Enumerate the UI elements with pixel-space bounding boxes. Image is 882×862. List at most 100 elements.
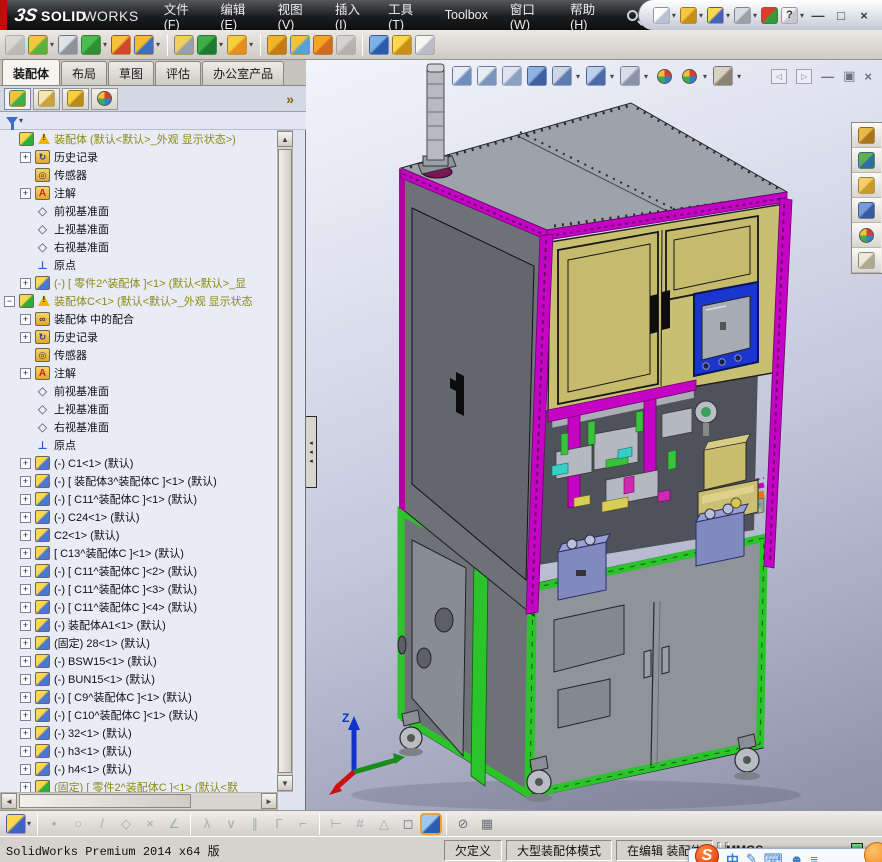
dropdown-caret-icon[interactable]: ▾	[249, 40, 253, 49]
dropdown-caret-icon[interactable]: ▾	[576, 72, 580, 81]
expand-toggle[interactable]: +	[20, 565, 31, 577]
wireframe-view-icon[interactable]: ◻	[397, 813, 419, 835]
taskpane-design-library[interactable]	[852, 148, 881, 173]
dropdown-caret-icon[interactable]: ▾	[644, 72, 648, 81]
menu-窗口[interactable]: 窗口(W)	[499, 0, 559, 32]
mass-properties-table-icon[interactable]: ▦	[476, 813, 498, 835]
print-icon[interactable]	[733, 6, 751, 24]
trim-entities-icon[interactable]: λ	[196, 813, 218, 835]
ime-button[interactable]: ✎	[746, 851, 757, 862]
grid-snap-icon[interactable]: #	[349, 813, 371, 835]
doc-minimize-button[interactable]: —	[821, 69, 834, 84]
close-button[interactable]: ×	[854, 8, 874, 23]
assembly-model[interactable]: Z	[306, 60, 882, 810]
tree-item[interactable]: + 注解	[0, 364, 278, 382]
doc-restore-button[interactable]: ▣	[843, 68, 855, 84]
tree-item[interactable]: 右视基准面	[0, 238, 278, 256]
ime-corner-icon[interactable]	[864, 842, 882, 862]
maximize-button[interactable]: □	[831, 8, 851, 23]
dropdown-caret-icon[interactable]: ▾	[699, 11, 703, 20]
menu-帮助[interactable]: 帮助(H)	[559, 0, 617, 32]
assembly-features-icon[interactable]	[197, 34, 218, 55]
tree-item[interactable]: + C2<1> (默认)	[0, 526, 278, 544]
sketch-circle-icon[interactable]: ○	[67, 813, 89, 835]
expand-toggle[interactable]: +	[20, 331, 31, 343]
dropdown-caret-icon[interactable]: ▾	[753, 11, 757, 20]
zoom-to-fit-icon[interactable]	[452, 66, 472, 86]
filter-dropdown-caret[interactable]: ▾	[19, 116, 23, 125]
menu-视图[interactable]: 视图(V)	[267, 0, 324, 32]
tree-horizontal-scrollbar[interactable]: ◄ ►	[0, 792, 278, 810]
expand-toggle[interactable]: +	[20, 367, 31, 379]
filter-funnel-icon[interactable]	[6, 116, 18, 130]
tree-item[interactable]: 传感器	[0, 346, 278, 364]
pane-previous-button[interactable]: ◁	[771, 68, 788, 84]
tree-item[interactable]: 上视基准面	[0, 400, 278, 418]
open-document-icon[interactable]	[679, 6, 697, 24]
corner-rectangle-icon[interactable]: Γ	[268, 813, 290, 835]
ime-button[interactable]: ☻	[790, 852, 804, 862]
smart-dimension-icon[interactable]: ⊢	[325, 813, 347, 835]
expand-toggle[interactable]: +	[20, 151, 31, 163]
dropdown-caret-icon[interactable]: ▾	[27, 819, 31, 828]
tree-item[interactable]: + (固定) [ 零件2^装配体C ]<1> (默认<默	[0, 778, 278, 792]
expand-toggle[interactable]: +	[20, 583, 31, 595]
edit-appearance-icon[interactable]	[654, 66, 674, 86]
tree-item[interactable]: + (-) [ C10^装配体C ]<1> (默认)	[0, 706, 278, 724]
insert-components-icon[interactable]	[5, 34, 25, 55]
new-motion-study-icon[interactable]	[267, 34, 288, 55]
tree-item[interactable]: + (-) [ 零件2^装配体 ]<1> (默认<默认>_显	[0, 274, 278, 292]
tree-item[interactable]: + (-) C24<1> (默认)	[0, 508, 278, 526]
dropdown-caret-icon[interactable]: ▾	[672, 11, 676, 20]
expand-toggle[interactable]: +	[20, 619, 31, 631]
expand-toggle[interactable]: +	[20, 529, 31, 541]
pane-overflow-chevron[interactable]: »	[286, 91, 302, 107]
tree-item[interactable]: − 装配体C<1> (默认<默认>_外观 显示状态	[0, 292, 278, 310]
exploded-view-icon[interactable]	[313, 34, 334, 55]
expand-toggle[interactable]: −	[4, 295, 15, 307]
mate-icon[interactable]	[58, 34, 79, 55]
insert-component-icon[interactable]	[28, 34, 48, 55]
taskpane-custom-properties[interactable]	[852, 248, 881, 273]
hide-show-items-icon[interactable]	[620, 66, 641, 86]
take-snapshot-icon[interactable]	[415, 34, 436, 55]
move-component-icon[interactable]	[134, 34, 155, 55]
taskpane-appearances-scenes[interactable]	[852, 223, 881, 248]
expand-toggle[interactable]: +	[20, 637, 31, 649]
scroll-up-button[interactable]: ▲	[277, 131, 293, 147]
scroll-down-button[interactable]: ▼	[277, 775, 293, 791]
taskpane-file-explorer[interactable]	[852, 173, 881, 198]
section-view-icon[interactable]	[527, 66, 547, 86]
expand-toggle[interactable]: +	[20, 763, 31, 775]
sketch-angle-icon[interactable]: ∠	[163, 813, 185, 835]
tree-item[interactable]: + [ C13^装配体C ]<1> (默认)	[0, 544, 278, 562]
convert-entities-icon[interactable]: ∨	[220, 813, 242, 835]
expand-toggle[interactable]: +	[20, 601, 31, 613]
expand-toggle[interactable]: +	[20, 547, 31, 559]
instant3d-icon[interactable]	[369, 34, 390, 55]
expand-toggle[interactable]: +	[20, 745, 31, 757]
tree-item[interactable]: 装配体 (默认<默认>_外观 显示状态>)	[0, 130, 278, 148]
doc-close-button[interactable]: ×	[864, 69, 872, 84]
taskpane-view-palette[interactable]	[852, 198, 881, 223]
large-assembly-settings-icon[interactable]	[392, 34, 413, 55]
tree-item[interactable]: + (-) h3<1> (默认)	[0, 742, 278, 760]
ime-button[interactable]: ⌨	[764, 851, 783, 862]
menu-编辑[interactable]: 编辑(E)	[209, 0, 266, 32]
expand-toggle[interactable]: +	[20, 187, 31, 199]
shaded-view-icon[interactable]	[420, 812, 443, 835]
tree-item[interactable]: 原点	[0, 436, 278, 454]
featuremanager-tree-tab[interactable]	[4, 87, 31, 110]
tree-item[interactable]: + (-) [ C11^装配体C ]<4> (默认)	[0, 598, 278, 616]
tree-item[interactable]: + (-) 32<1> (默认)	[0, 724, 278, 742]
tree-item[interactable]: + (-) C1<1> (默认)	[0, 454, 278, 472]
dropdown-caret-icon[interactable]: ▾	[800, 11, 804, 20]
sketch-spline-icon[interactable]: ×	[139, 813, 161, 835]
smart-fasteners-icon[interactable]	[111, 34, 132, 55]
tab-布局[interactable]: 布局	[61, 61, 108, 85]
tree-item[interactable]: 前视基准面	[0, 382, 278, 400]
dropdown-caret-icon[interactable]: ▾	[103, 40, 107, 49]
tree-item[interactable]: + 注解	[0, 184, 278, 202]
tree-item[interactable]: 右视基准面	[0, 418, 278, 436]
display-style-icon[interactable]	[586, 66, 607, 86]
